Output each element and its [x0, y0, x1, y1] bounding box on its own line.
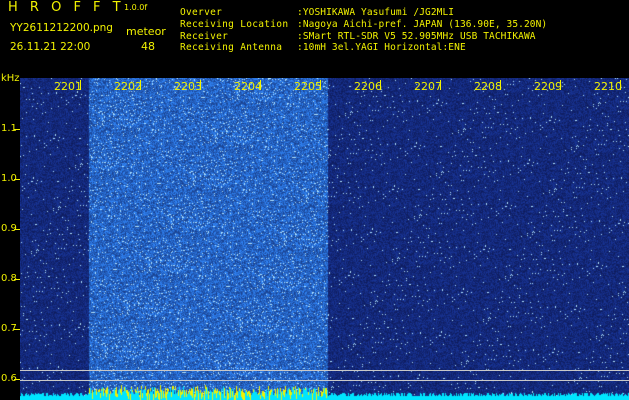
info-key-observer: Overver: [180, 7, 223, 18]
info-val-observer: :YOSHIKAWA Yasufumi /JG2MLI: [297, 7, 455, 18]
meteor-label: meteor: [126, 25, 166, 38]
time-label: 2209: [534, 80, 562, 93]
time-tick: [440, 80, 441, 90]
time-tick: [200, 80, 201, 90]
time-tick: [260, 80, 261, 90]
time-tick: [80, 80, 81, 90]
filename-label: YY2611212200.png: [10, 22, 113, 34]
info-key-receiver: Receiver: [180, 31, 229, 42]
y-tick: [14, 179, 20, 180]
reference-line-lower: [20, 380, 629, 381]
time-label: 2203: [174, 80, 202, 93]
time-label: 2201: [54, 80, 82, 93]
time-tick: [560, 80, 561, 90]
info-key-antenna: Receiving Antenna: [180, 42, 283, 53]
meteor-count: 48: [141, 40, 155, 53]
time-tick: [380, 80, 381, 90]
time-label: 2208: [474, 80, 502, 93]
y-tick: [14, 229, 20, 230]
info-val-location: :Nagoya Aichi-pref. JAPAN (136.90E, 35.2…: [297, 19, 548, 30]
time-tick: [320, 80, 321, 90]
info-val-receiver: :SMart RTL-SDR V5 52.905MHz USB TACHIKAW…: [297, 31, 536, 42]
time-label: 2206: [354, 80, 382, 93]
y-axis-unit: kHz: [1, 73, 20, 84]
time-label: 2207: [414, 80, 442, 93]
time-label: 2204: [234, 80, 262, 93]
info-val-antenna: :10mH 3el.YAGI Horizontal:ENE: [297, 42, 466, 53]
y-tick: [14, 129, 20, 130]
time-tick: [620, 80, 621, 90]
time-label: 2205: [294, 80, 322, 93]
y-tick: [14, 379, 20, 380]
spectrogram-canvas: [20, 78, 629, 400]
y-tick: [14, 279, 20, 280]
info-key-location: Receiving Location: [180, 19, 289, 30]
time-label: 2202: [114, 80, 142, 93]
time-tick: [500, 80, 501, 90]
y-tick: [14, 329, 20, 330]
datetime-label: 26.11.21 22:00: [10, 41, 91, 53]
time-label: 2210: [594, 80, 622, 93]
time-tick: [140, 80, 141, 90]
version-label: 1.0.0f: [124, 3, 148, 12]
reference-line-upper: [20, 370, 629, 371]
app-title: H R O F F T: [8, 0, 125, 15]
